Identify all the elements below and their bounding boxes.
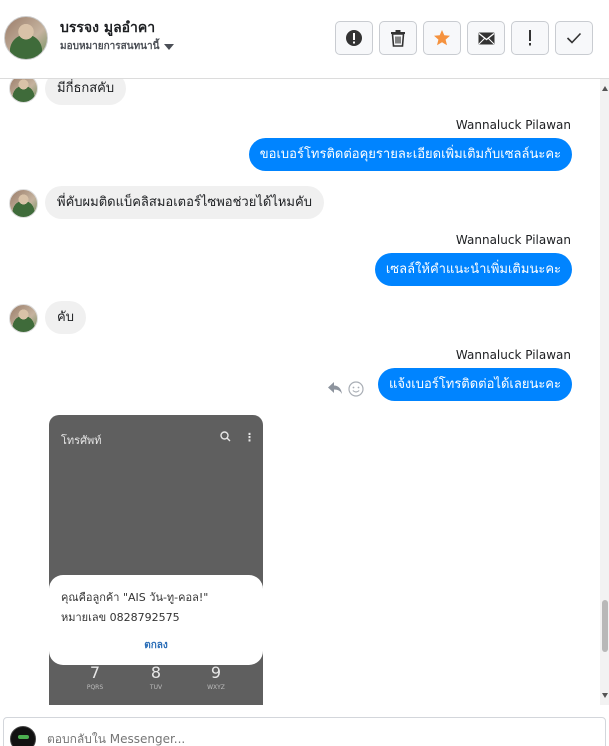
- image-attachment[interactable]: โทรศัพท์ ⋮ คุณคือลูกค้า "AIS วัน-ทู-คอล!…: [49, 415, 263, 705]
- outgoing-message[interactable]: เซลล์ให้คำแนะนำเพิ่มเติมนะคะ: [374, 253, 572, 286]
- keypad-key: 8 TUV: [136, 663, 176, 693]
- caret-down-icon: [164, 44, 175, 50]
- assign-conversation-dropdown[interactable]: มอบหมายการสนทนานี้: [60, 39, 175, 54]
- reply-icon[interactable]: [327, 381, 343, 395]
- contact-name[interactable]: บรรจง มูลอำคา: [60, 17, 155, 39]
- report-spam-button[interactable]: [335, 21, 373, 55]
- scroll-up-arrow-icon[interactable]: [602, 86, 608, 91]
- dialog-number: หมายเลข 0828792575: [61, 611, 180, 624]
- composer: [0, 705, 609, 746]
- phone-dialog: คุณคือลูกค้า "AIS วัน-ทู-คอล!" หมายเลข 0…: [49, 575, 263, 665]
- sender-name: Wannaluck Pilawan: [455, 118, 571, 132]
- incoming-message[interactable]: มีกี่ธกสคับ: [45, 79, 127, 105]
- message-thread[interactable]: มีกี่ธกสคับ Wannaluck Pilawan ขอเบอร์โทร…: [0, 79, 600, 705]
- contact-avatar[interactable]: [4, 16, 48, 60]
- phone-status-bar: [57, 415, 255, 423]
- dialog-ok-label: ตกลง: [144, 640, 168, 651]
- delete-button[interactable]: [379, 21, 417, 55]
- sender-name: Wannaluck Pilawan: [455, 348, 571, 362]
- outgoing-message[interactable]: ขอเบอร์โทรติดต่อคุยรายละเอียดเพิ่มเติมกั…: [248, 138, 572, 171]
- mark-unread-button[interactable]: [467, 21, 505, 55]
- search-icon: [220, 431, 231, 442]
- more-vert-icon: ⋮: [244, 431, 255, 444]
- contact-avatar-small: [9, 189, 38, 218]
- keypad-letters: TUV: [149, 684, 163, 691]
- keypad-digit: 9: [210, 663, 222, 682]
- dialog-message: คุณคือลูกค้า "AIS วัน-ทู-คอล!": [61, 591, 209, 604]
- star-button[interactable]: [423, 21, 461, 55]
- envelope-icon: [478, 32, 494, 44]
- phone-keypad: 7 PQRS 8 TUV 9 WXYZ: [49, 663, 263, 705]
- scrollbar-thumb[interactable]: [602, 600, 608, 652]
- page-avatar: [10, 726, 36, 746]
- keypad-key: 7 PQRS: [75, 663, 115, 693]
- mark-done-button[interactable]: [555, 21, 593, 55]
- keypad-digit: 7: [89, 663, 101, 682]
- keypad-letters: PQRS: [86, 684, 104, 691]
- exclamation-icon: [529, 30, 531, 46]
- follow-up-button[interactable]: [511, 21, 549, 55]
- conversation-header: บรรจง มูลอำคา มอบหมายการสนทนานี้: [0, 0, 609, 79]
- contact-avatar-small: [9, 79, 38, 103]
- contact-avatar-small: [9, 304, 38, 333]
- keypad-digit: 8: [150, 663, 162, 682]
- emoji-reaction-icon[interactable]: [348, 381, 364, 397]
- keypad-letters: WXYZ: [207, 684, 225, 691]
- checkmark-icon: [566, 32, 582, 44]
- reply-input[interactable]: [47, 732, 347, 746]
- sender-name: Wannaluck Pilawan: [455, 233, 571, 247]
- keypad-key: 9 WXYZ: [196, 663, 236, 693]
- outgoing-message[interactable]: แจ้งเบอร์โทรติดต่อได้เลยนะคะ: [377, 368, 572, 401]
- scroll-down-arrow-icon[interactable]: [602, 693, 608, 698]
- assign-conversation-label: มอบหมายการสนทนานี้: [60, 41, 160, 52]
- star-icon: [434, 30, 450, 46]
- alert-circle-icon: [346, 30, 362, 46]
- conversation-toolbar: [335, 21, 593, 55]
- trash-icon: [391, 30, 405, 47]
- phone-app-title: โทรศัพท์: [61, 434, 102, 447]
- incoming-message[interactable]: พี่คับผมติดแบ็คลิสมอเตอร์ไซพอช่วยได้ไหมค…: [45, 186, 324, 219]
- incoming-message[interactable]: คับ: [45, 301, 86, 334]
